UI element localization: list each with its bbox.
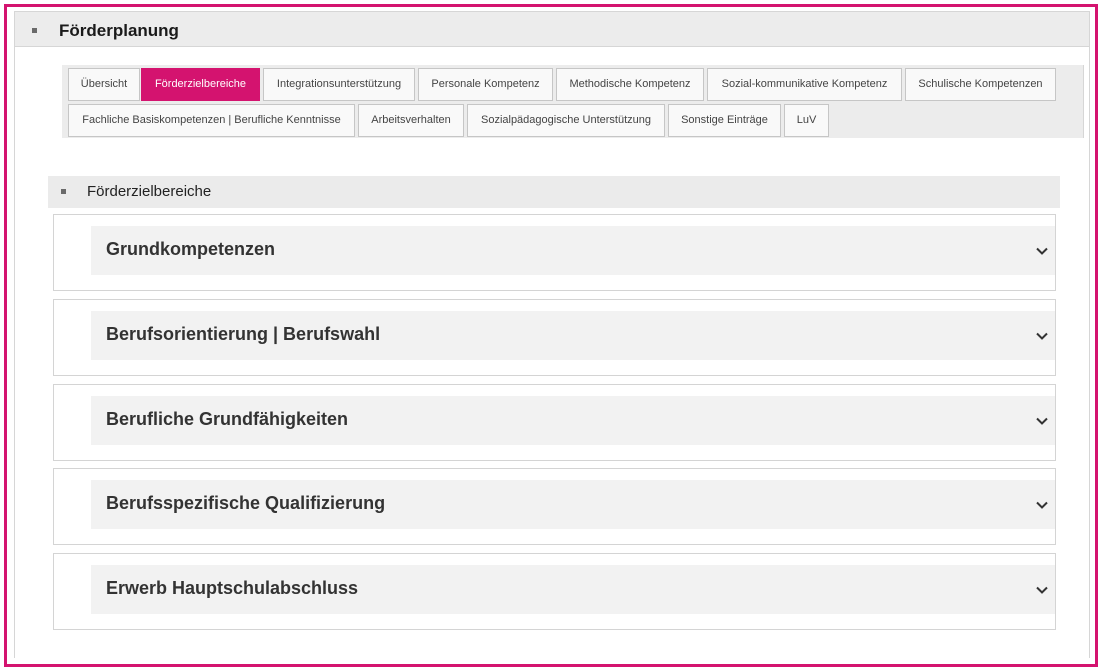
tab-fachliche-basiskompetenzen[interactable]: Fachliche Basiskompetenzen | Berufliche …: [68, 104, 355, 137]
tab-methodische-kompetenz[interactable]: Methodische Kompetenz: [556, 68, 704, 101]
chevron-down-icon[interactable]: [1035, 329, 1049, 343]
chevron-down-icon[interactable]: [1035, 244, 1049, 258]
accordion-berufsspezifische-qualifizierung[interactable]: Berufsspezifische Qualifizierung: [53, 468, 1056, 545]
accordion-header[interactable]: Erwerb Hauptschulabschluss: [91, 565, 1055, 614]
accordion-title: Berufliche Grundfähigkeiten: [106, 409, 349, 429]
accordion-header[interactable]: Berufliche Grundfähigkeiten: [91, 396, 1055, 445]
accordion-title: Berufsspezifische Qualifizierung: [106, 493, 386, 513]
tab-arbeitsverhalten[interactable]: Arbeitsverhalten: [358, 104, 464, 137]
accordion-title: Berufsorientierung | Berufswahl: [106, 324, 381, 344]
tab-uebersicht[interactable]: Übersicht: [68, 68, 140, 101]
tab-integrationsunterstuetzung[interactable]: Integrationsunterstützung: [263, 68, 415, 101]
section-title: Förderzielbereiche: [87, 183, 212, 200]
accordion-header[interactable]: Berufsorientierung | Berufswahl: [91, 311, 1055, 360]
tab-foerderzielbereiche[interactable]: Förderzielbereiche: [141, 68, 260, 101]
tab-bar: Übersicht Förderzielbereiche Integration…: [62, 65, 1084, 138]
chevron-down-icon[interactable]: [1035, 414, 1049, 428]
collapse-bullet-icon[interactable]: [32, 28, 37, 33]
tab-sozialpaedagogische-unterstuetzung[interactable]: Sozialpädagogische Unterstützung: [467, 104, 665, 137]
tab-sozial-kommunikative-kompetenz[interactable]: Sozial-kommunikative Kompetenz: [707, 68, 902, 101]
chevron-down-icon[interactable]: [1035, 498, 1049, 512]
panel-title: Förderplanung: [59, 21, 179, 40]
accordion-grundkompetenzen[interactable]: Grundkompetenzen: [53, 214, 1056, 291]
tab-personale-kompetenz[interactable]: Personale Kompetenz: [418, 68, 553, 101]
accordion-title: Erwerb Hauptschulabschluss: [106, 578, 359, 598]
chevron-down-icon[interactable]: [1035, 583, 1049, 597]
accordion-berufsorientierung[interactable]: Berufsorientierung | Berufswahl: [53, 299, 1056, 376]
accordion-header[interactable]: Berufsspezifische Qualifizierung: [91, 480, 1055, 529]
accordion-header[interactable]: Grundkompetenzen: [91, 226, 1055, 275]
section-header[interactable]: Förderzielbereiche: [48, 176, 1060, 208]
accordion-title: Grundkompetenzen: [106, 239, 276, 259]
tab-sonstige-eintraege[interactable]: Sonstige Einträge: [668, 104, 781, 137]
section-bullet-icon: [61, 189, 66, 194]
foerderplanung-panel: Förderplanung Übersicht Förderzielbereic…: [14, 11, 1090, 658]
accordion-berufliche-grundfaehigkeiten[interactable]: Berufliche Grundfähigkeiten: [53, 384, 1056, 461]
tab-luv[interactable]: LuV: [784, 104, 829, 137]
panel-header[interactable]: Förderplanung: [15, 12, 1089, 47]
accordion-erwerb-hauptschulabschluss[interactable]: Erwerb Hauptschulabschluss: [53, 553, 1056, 630]
tab-schulische-kompetenzen[interactable]: Schulische Kompetenzen: [905, 68, 1056, 101]
